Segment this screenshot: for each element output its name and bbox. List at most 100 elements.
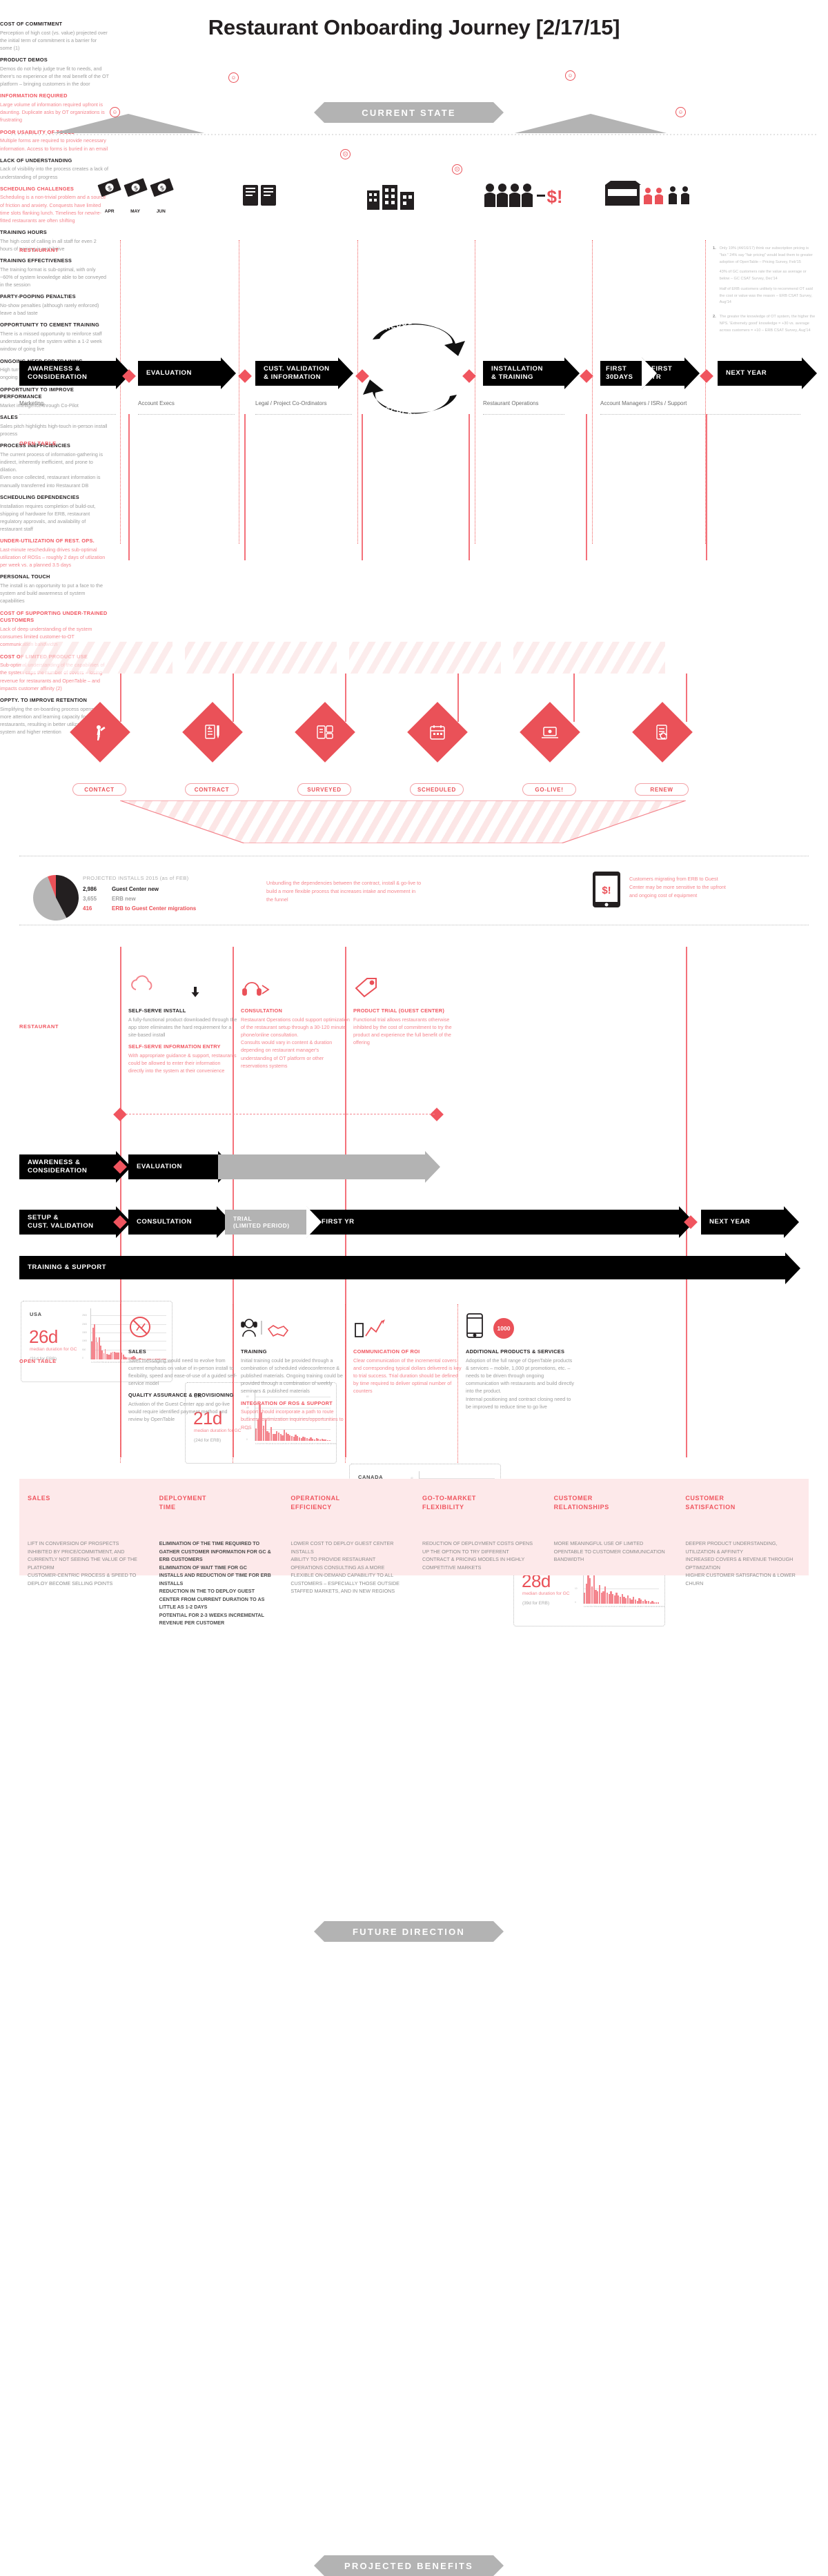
projected-installs-legend: PROJECTED INSTALLS 2015 (as of FEB) 2,98…	[83, 875, 248, 915]
block-body: Restaurant Operations could support opti…	[241, 1016, 350, 1069]
benefit-item: DEEPER PRODUCT UNDERSTANDING, UTILIZATIO…	[685, 1540, 778, 1555]
milestone-contract[interactable]	[182, 702, 243, 763]
stage-label: CONSULTATION	[137, 1218, 193, 1226]
benefits-column-4: CUSTOMER RELATIONSHIPS MORE MEANINGFUL US…	[545, 1479, 675, 1564]
block-heading: OPPORTUNITY TO IMPROVE PERFORMANCE	[0, 386, 75, 400]
milestone-label-text: SCHEDULED	[417, 786, 457, 793]
milestone-contact[interactable]	[70, 702, 130, 763]
chart-ytick: 0	[246, 1438, 248, 1442]
benefits-table: SALES LIFT IN CONVERSION OF PROSPECTS IN…	[19, 1479, 809, 1734]
banner-projected-benefits: PROJECTED BENEFITS	[314, 2555, 504, 2576]
connector-line	[120, 674, 121, 722]
owner-rule	[19, 414, 116, 415]
chart-xtick: 12	[110, 1361, 112, 1364]
block-heading: PARTY-POOPING PENALTIES	[0, 293, 76, 300]
smiley-icon: ☺	[228, 72, 239, 83]
svg-text:$!: $!	[602, 885, 611, 896]
benefit-item: ELIMINATION OF THE TIME REQUIRED TO GATH…	[159, 1540, 271, 1563]
equipment-icon: $!	[592, 871, 621, 908]
projected-installs-row: 2,986 Guest Center new	[83, 886, 248, 892]
prohibited-sales-icon	[128, 1310, 232, 1339]
block-body: A fully-functional product downloaded th…	[128, 1016, 237, 1039]
stage-owner-evaluation: Account Execs	[138, 400, 175, 406]
future-stage-awareness[interactable]: AWARENESS & CONSIDERATION	[19, 1151, 131, 1183]
block-heading: CONSULTATION	[241, 1007, 283, 1014]
chart-xtick: 24	[306, 1442, 308, 1446]
chart-xtick: 31	[324, 1442, 327, 1446]
milestone-golive[interactable]	[520, 702, 580, 763]
benefits-column-0: SALES LIFT IN CONVERSION OF PROSPECTS IN…	[19, 1479, 148, 1587]
milestone-glyph	[204, 723, 221, 741]
owner-rule	[600, 414, 800, 415]
column-divider	[120, 1304, 121, 1463]
stage-arrow-first-yr[interactable]: FIRST YR	[642, 357, 700, 389]
milestone-label-text: CONTRACT	[194, 786, 230, 793]
stage-arrow-cust-validation[interactable]: CUST. VALIDATION & INFORMATION	[255, 357, 353, 389]
benefit-item: LOWER COST TO DEPLOY GUEST CENTER INSTAL…	[290, 1540, 394, 1555]
milestone-label-text: CONTACT	[84, 786, 115, 793]
chart-xtick: 17	[123, 1361, 126, 1364]
headset-consult-icon	[241, 969, 346, 998]
installs-value: 2,986	[83, 886, 97, 892]
equipment-note-text: Customers migrating from ERB to Guest Ce…	[629, 876, 726, 899]
funnel-outline	[120, 800, 686, 843]
block-heading: SELF-SERVE INFORMATION ENTRY	[128, 1043, 221, 1050]
connector-line	[469, 414, 470, 560]
future-training-support-bar[interactable]: TRAINING & SUPPORT	[19, 1252, 800, 1284]
block-body: Scheduling is a non-trivial problem and …	[0, 194, 106, 224]
block-body: The current process of information-gathe…	[0, 451, 103, 489]
future-stage-setup[interactable]: SETUP & CUST. VALIDATION	[19, 1206, 131, 1238]
future-intro-text: Unbundling the dependencies between the …	[266, 880, 422, 903]
chart-xtick: 18	[290, 1442, 293, 1446]
block-heading: OPPTY. TO IMPROVE RETENTION	[0, 696, 88, 703]
benefits-column-5: CUSTOMER SATISFACTION DEEPER PRODUCT UNDE…	[677, 1479, 806, 1587]
chart-xtick: 13	[112, 1361, 115, 1364]
stage-label: NEXT YEAR	[726, 369, 767, 377]
stage-milestone-diamond	[238, 369, 252, 383]
stage-arrow-awareness[interactable]: AWARENESS & CONSIDERATION	[19, 357, 131, 389]
benefits-column-2: OPERATIONAL EFFICIENCY LOWER COST TO DEPL…	[282, 1479, 411, 1595]
renew-document-icon	[632, 702, 693, 763]
chart-xtick: 19	[292, 1442, 295, 1446]
stage-arrow-first-30days[interactable]: FIRST 30DAYS	[600, 357, 657, 389]
future-stage-gray-band[interactable]	[218, 1151, 440, 1183]
benefit-item: LIFT IN CONVERSION OF PROSPECTS INHIBITE…	[28, 1540, 137, 1571]
milestone-surveyed[interactable]	[295, 702, 355, 763]
future-opentable-block-3: COMMUNICATION OF ROI Clear communication …	[353, 1310, 462, 1400]
smiley-icon: ☺	[676, 107, 686, 117]
milestone-label-text: GO-LIVE!	[535, 786, 564, 793]
block-heading: OPPORTUNITY TO CEMENT TRAINING	[0, 322, 99, 328]
future-stage-evaluation[interactable]: EVALUATION	[128, 1151, 233, 1183]
projected-installs-pie	[32, 874, 80, 922]
stage-label: FIRST 30DAYS	[606, 365, 633, 381]
future-stage-first-yr[interactable]: FIRST YR	[306, 1206, 694, 1238]
connector-line	[362, 414, 363, 560]
chart-xtick: 27	[313, 1442, 317, 1446]
milestone-scheduled[interactable]	[407, 702, 468, 763]
smiley-icon: ☹	[340, 149, 351, 159]
block-heading: SELF-SERVE INSTALL	[128, 1007, 186, 1014]
chart-xtick: 26	[310, 1442, 314, 1446]
stage-arrow-installation[interactable]: INSTALLATION & TRAINING	[483, 357, 580, 389]
stage-label: FIRST YR	[651, 365, 673, 381]
training-handshake-icon	[241, 1310, 344, 1339]
block-body: The install is an opportunity to put a f…	[0, 582, 103, 604]
milestone-renew[interactable]	[632, 702, 693, 763]
block-heading: TRAINING	[241, 1348, 267, 1355]
chart-ytick: 1500	[82, 1331, 88, 1335]
stage-owner-installation: Restaurant Operations	[483, 400, 539, 406]
storefront-people-icon	[604, 178, 693, 213]
stage-arrow-next-year[interactable]: NEXT YEAR	[718, 357, 817, 389]
future-restaurant-block-3: PRODUCT TRIAL (GUEST CENTER) Functional t…	[353, 969, 458, 1051]
block-body: The training format is sub-optimal, with…	[0, 266, 107, 288]
future-stage-trial[interactable]: TRIAL (LIMITED PERIOD)	[225, 1206, 322, 1238]
stage-arrow-evaluation[interactable]: EVALUATION	[138, 357, 236, 389]
row-label-restaurant-future: RESTAURANT	[19, 1023, 59, 1030]
future-milestone-diamond	[113, 1108, 127, 1121]
chart-ytick: 1000	[82, 1339, 88, 1343]
future-opentable-block-2: TRAINING Initial training could be provid…	[241, 1310, 344, 1436]
future-stage-next-year[interactable]: NEXT YEAR	[701, 1206, 799, 1238]
milestone-glyph	[316, 723, 334, 741]
future-stage-consultation[interactable]: CONSULTATION	[128, 1206, 232, 1238]
chart-xtick: 35	[335, 1442, 337, 1446]
